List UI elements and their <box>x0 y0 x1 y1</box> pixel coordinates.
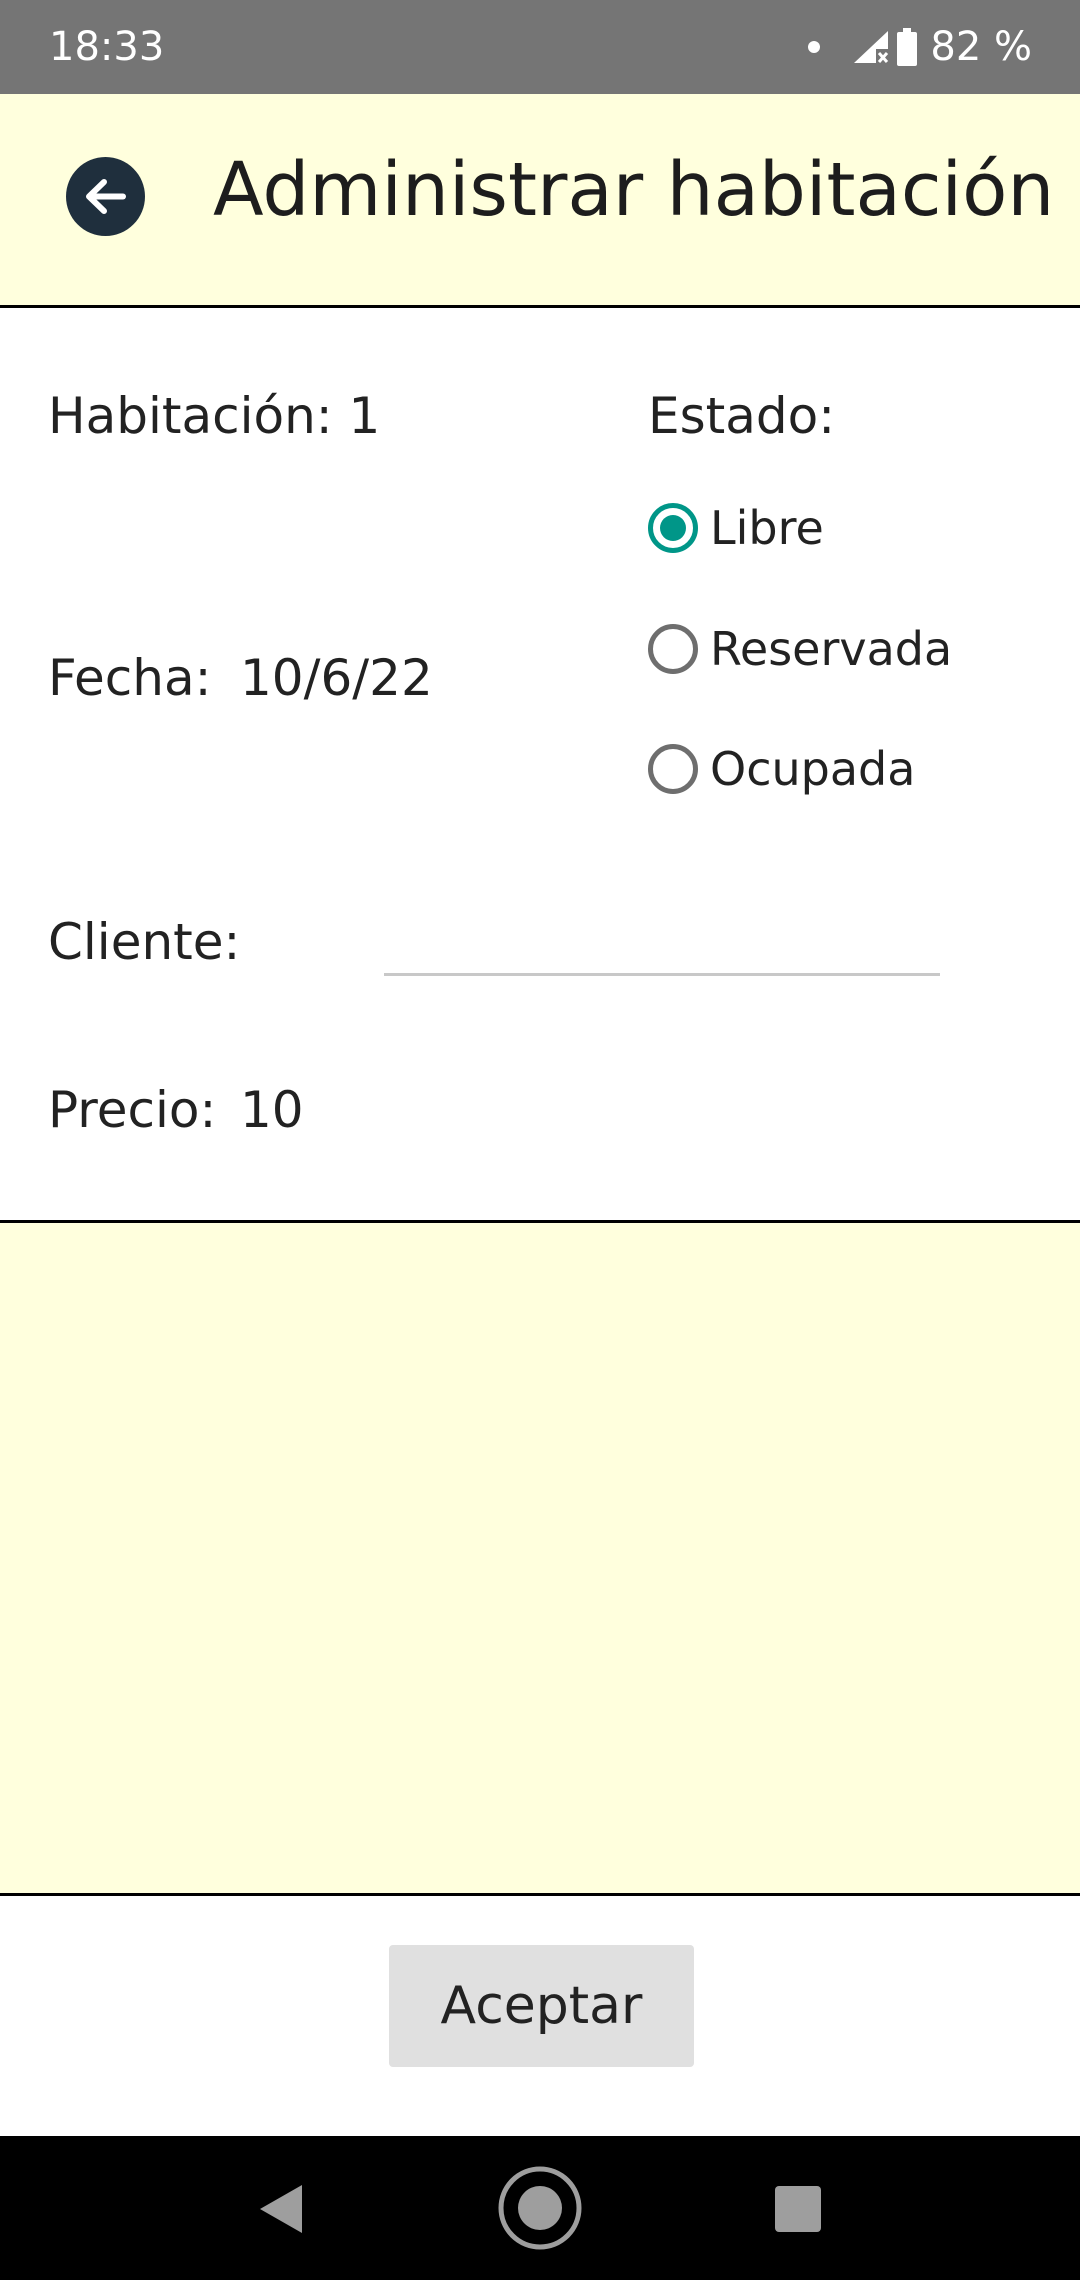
price-label: Precio: <box>48 1081 217 1139</box>
room-form: Habitación: 1 Estado: Libre Reservada Oc… <box>0 308 1080 1223</box>
content-panel <box>0 1220 1080 1896</box>
notification-dot-icon <box>808 41 821 53</box>
status-time: 18:33 <box>49 24 165 70</box>
back-triangle-icon[interactable] <box>256 2183 304 2235</box>
price-value: 10 <box>240 1081 304 1139</box>
radio-label-ocupada: Ocupada <box>710 742 916 796</box>
radio-label-reservada: Reservada <box>710 622 953 676</box>
back-button[interactable] <box>66 157 145 236</box>
home-circle-icon[interactable] <box>497 2165 583 2251</box>
client-input[interactable] <box>384 904 940 976</box>
radio-reservada[interactable]: Reservada <box>648 609 952 689</box>
status-icons: 82 % <box>808 0 1032 94</box>
toolbar: Administrar habitación <box>0 94 1080 308</box>
client-label: Cliente: <box>48 913 241 971</box>
accept-button[interactable]: Aceptar <box>389 1945 694 2067</box>
room-number-label: Habitación: 1 <box>48 387 381 445</box>
radio-libre[interactable]: Libre <box>648 488 824 568</box>
page-title: Administrar habitación <box>213 147 1055 233</box>
signal-no-data-icon <box>854 31 889 63</box>
system-nav-bar <box>0 2136 1080 2280</box>
radio-unchecked-icon <box>648 624 698 674</box>
battery-icon <box>897 28 918 66</box>
status-label: Estado: <box>648 387 836 445</box>
radio-checked-icon <box>648 503 698 553</box>
battery-percentage: 82 % <box>930 24 1032 70</box>
radio-ocupada[interactable]: Ocupada <box>648 729 915 809</box>
recents-square-icon[interactable] <box>775 2186 821 2232</box>
radio-unchecked-icon <box>648 744 698 794</box>
date-value: 10/6/22 <box>240 649 433 707</box>
button-bar: Aceptar <box>0 1896 1080 2136</box>
status-bar: 18:33 82 % <box>0 0 1080 94</box>
date-label: Fecha: <box>48 649 212 707</box>
radio-label-libre: Libre <box>710 501 824 555</box>
arrow-left-icon <box>86 179 126 214</box>
